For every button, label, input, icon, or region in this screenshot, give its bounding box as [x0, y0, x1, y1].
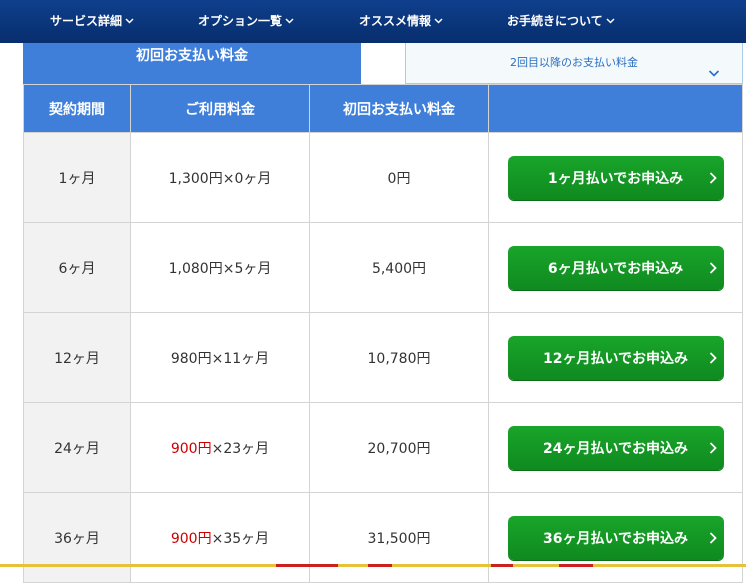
monthly-price: 900円 — [170, 440, 212, 457]
apply-button-label: 36ヶ月払いでお申込み — [542, 530, 689, 547]
first-payment-amount: 31,500円 — [367, 530, 431, 547]
apply-button-label: 1ヶ月払いでお申込み — [547, 170, 684, 187]
first-payment-cell: 5,400円 — [309, 222, 489, 313]
column-header-usage-fee: ご利用料金 — [130, 84, 310, 133]
apply-button-label: 6ヶ月払いでお申込み — [547, 260, 684, 277]
month-multiplier: ×35ヶ月 — [211, 530, 270, 547]
table-row: 12ヶ月 980円×11ヶ月 10,780円 12ヶ月払いでお申込み — [23, 312, 743, 403]
month-multiplier: ×23ヶ月 — [211, 440, 270, 457]
usage-fee-cell: 900円×23ヶ月 — [130, 402, 310, 493]
nav-item-label: サービス詳細 — [50, 14, 123, 28]
nav-item-recommendations[interactable]: オススメ情報 — [359, 12, 443, 29]
column-header-period: 契約期間 — [23, 84, 131, 133]
chevron-right-icon — [708, 351, 718, 365]
first-payment-cell: 10,780円 — [309, 312, 489, 403]
chevron-down-icon — [708, 56, 720, 77]
apply-button-label: 12ヶ月払いでお申込み — [542, 350, 689, 367]
contract-period: 6ヶ月 — [58, 260, 96, 277]
table-row: 6ヶ月 1,080円×5ヶ月 5,400円 6ヶ月払いでお申込み — [23, 222, 743, 313]
chevron-right-icon — [708, 531, 718, 545]
chevron-right-icon — [708, 171, 718, 185]
column-header-action — [488, 84, 743, 133]
apply-button[interactable]: 1ヶ月払いでお申込み — [507, 155, 724, 200]
nav-item-procedures[interactable]: お手続きについて — [507, 12, 615, 29]
nav-item-label: お手続きについて — [507, 14, 603, 28]
apply-button[interactable]: 6ヶ月払いでお申込み — [507, 245, 724, 290]
chevron-right-icon — [708, 261, 718, 275]
month-multiplier: ×5ヶ月 — [222, 260, 272, 277]
apply-button-label: 24ヶ月払いでお申込み — [542, 440, 689, 457]
contract-period-cell: 6ヶ月 — [23, 222, 131, 313]
table-row: 36ヶ月 900円×35ヶ月 31,500円 36ヶ月払いでお申込み — [23, 492, 743, 583]
contract-period: 24ヶ月 — [54, 440, 100, 457]
usage-fee-cell: 1,300円×0ヶ月 — [130, 132, 310, 223]
apply-button[interactable]: 24ヶ月払いでお申込み — [507, 425, 724, 470]
first-payment-amount: 5,400円 — [371, 260, 427, 277]
month-multiplier: ×0ヶ月 — [222, 170, 272, 187]
first-payment-amount: 10,780円 — [367, 350, 431, 367]
table-row: 24ヶ月 900円×23ヶ月 20,700円 24ヶ月払いでお申込み — [23, 402, 743, 493]
contract-period: 36ヶ月 — [54, 530, 100, 547]
contract-period: 1ヶ月 — [58, 170, 96, 187]
top-navigation: サービス詳細 オプション一覧 オススメ情報 お手続きについて — [0, 0, 746, 43]
table-row: 1ヶ月 1,300円×0ヶ月 0円 1ヶ月払いでお申込み — [23, 132, 743, 223]
tab-label: 初回お支払い料金 — [136, 48, 248, 64]
month-multiplier: ×11ヶ月 — [211, 350, 270, 367]
monthly-price: 980円 — [170, 350, 212, 367]
tab-second-payment[interactable]: 2回目以降のお支払い料金 — [405, 43, 743, 84]
first-payment-amount: 0円 — [387, 170, 411, 187]
column-header-first-payment: 初回お支払い料金 — [309, 84, 489, 133]
apply-button[interactable]: 36ヶ月払いでお申込み — [507, 515, 724, 560]
chevron-right-icon — [708, 441, 718, 455]
first-payment-cell: 20,700円 — [309, 402, 489, 493]
chevron-down-icon — [125, 16, 134, 25]
tab-first-payment[interactable]: 初回お支払い料金 — [23, 43, 361, 84]
chevron-down-icon — [434, 16, 443, 25]
usage-fee-cell: 900円×35ヶ月 — [130, 492, 310, 583]
chevron-down-icon — [606, 16, 615, 25]
action-cell: 1ヶ月払いでお申込み — [488, 132, 743, 223]
apply-button[interactable]: 12ヶ月払いでお申込み — [507, 335, 724, 380]
first-payment-amount: 20,700円 — [367, 440, 431, 457]
contract-period-cell: 24ヶ月 — [23, 402, 131, 493]
action-cell: 6ヶ月払いでお申込み — [488, 222, 743, 313]
monthly-price: 1,300円 — [168, 170, 223, 187]
contract-period-cell: 36ヶ月 — [23, 492, 131, 583]
nav-item-options[interactable]: オプション一覧 — [198, 12, 294, 29]
action-cell: 12ヶ月払いでお申込み — [488, 312, 743, 403]
contract-period-cell: 12ヶ月 — [23, 312, 131, 403]
contract-period-cell: 1ヶ月 — [23, 132, 131, 223]
nav-item-label: オススメ情報 — [359, 14, 432, 28]
pricing-table: 契約期間 ご利用料金 初回お支払い料金 1ヶ月 1,300円×0ヶ月 0円 1ヶ月払い… — [23, 84, 743, 583]
nav-item-service-details[interactable]: サービス詳細 — [50, 12, 134, 29]
contract-period: 12ヶ月 — [54, 350, 100, 367]
first-payment-cell: 31,500円 — [309, 492, 489, 583]
monthly-price: 1,080円 — [168, 260, 223, 277]
tab-label: 2回目以降のお支払い料金 — [510, 56, 638, 69]
chevron-down-icon — [285, 16, 294, 25]
usage-fee-cell: 980円×11ヶ月 — [130, 312, 310, 403]
action-cell: 36ヶ月払いでお申込み — [488, 492, 743, 583]
first-payment-cell: 0円 — [309, 132, 489, 223]
table-header-row: 契約期間 ご利用料金 初回お支払い料金 — [23, 84, 743, 133]
action-cell: 24ヶ月払いでお申込み — [488, 402, 743, 493]
monthly-price: 900円 — [170, 530, 212, 547]
usage-fee-cell: 1,080円×5ヶ月 — [130, 222, 310, 313]
nav-item-label: オプション一覧 — [198, 14, 283, 28]
